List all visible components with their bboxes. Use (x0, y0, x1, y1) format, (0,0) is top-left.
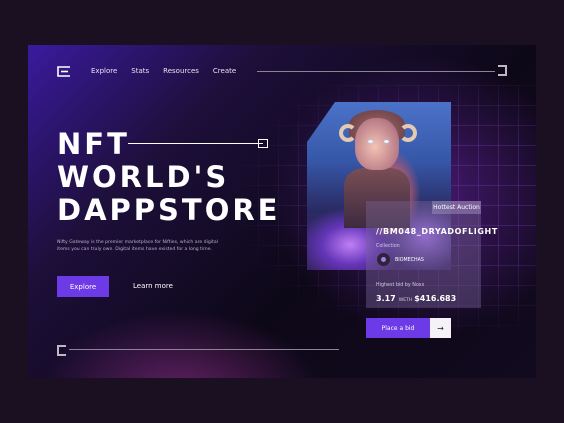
learn-more-link[interactable]: Learn more (133, 282, 173, 290)
nft-horn-right (399, 124, 417, 142)
nft-figure-head (355, 118, 399, 170)
bid-eth-unit: WETH (398, 298, 413, 303)
explore-button[interactable]: Explore (57, 276, 109, 297)
hero-description: Nifty Gateway is the premier marketplace… (57, 240, 218, 253)
hero-title-line-2: WORLD'S (57, 160, 230, 194)
collection-label: Collection (376, 244, 400, 249)
highest-bid-label: Highest bid by Noxx (376, 283, 425, 288)
bid-eth-value: 3.17 (376, 294, 396, 303)
nav-divider (257, 71, 495, 72)
logo-icon[interactable] (57, 66, 71, 77)
arrow-right-icon[interactable]: → (430, 318, 451, 338)
nav-item-explore[interactable]: Explore (91, 67, 117, 75)
title-rule (128, 143, 263, 144)
nav-item-create[interactable]: Create (213, 67, 236, 75)
nav-item-resources[interactable]: Resources (163, 67, 199, 75)
hero-title-line-3: DAPPSTORE (57, 193, 281, 227)
bottom-divider (69, 349, 339, 350)
main-nav: Explore Stats Resources Create (91, 67, 236, 75)
nft-eye-left (368, 140, 373, 143)
hero-title-line-1: NFT (57, 127, 130, 161)
place-bid-button[interactable]: Place a bid (366, 318, 430, 338)
bid-price: 3.17 WETH $416.683 (376, 294, 456, 303)
collection-avatar[interactable] (377, 253, 390, 266)
corner-bracket-icon (57, 345, 66, 356)
nft-eye-right (384, 140, 389, 143)
nft-horn-left (339, 124, 357, 142)
auction-badge: Hottest Auction (432, 201, 481, 214)
collection-name[interactable]: BIOMECHAS (395, 258, 424, 263)
corner-bracket-icon (498, 65, 507, 76)
title-rule-end (258, 139, 268, 148)
nav-item-stats[interactable]: Stats (131, 67, 149, 75)
bid-usd-value: $416.683 (414, 294, 457, 303)
nft-title[interactable]: //BM048_DRYADOFLIGHT (376, 227, 498, 236)
